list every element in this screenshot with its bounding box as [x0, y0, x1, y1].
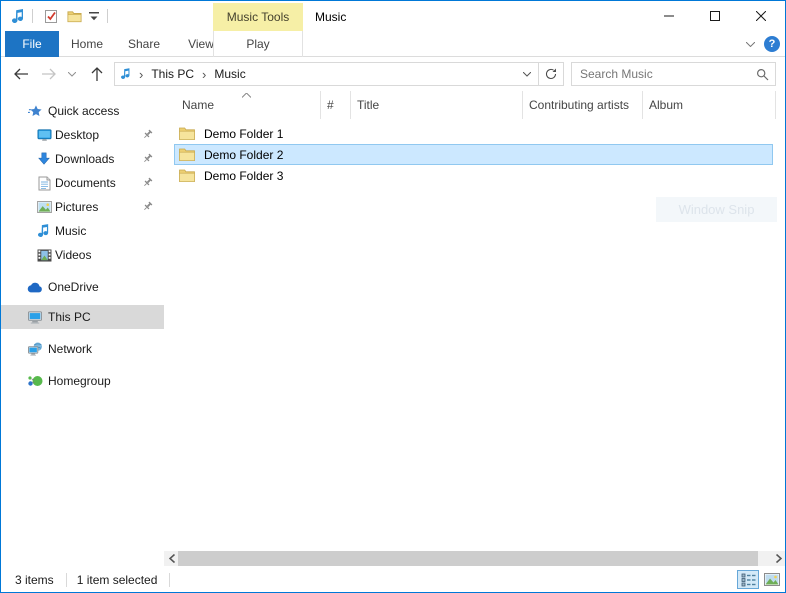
- sort-ascending-icon: [242, 93, 251, 98]
- breadcrumb-chevron: ›: [137, 67, 145, 82]
- homegroup-icon: [27, 373, 43, 389]
- status-divider: [169, 573, 170, 587]
- maximize-button[interactable]: [692, 1, 738, 31]
- tab-share[interactable]: Share: [115, 31, 173, 57]
- column-header-album[interactable]: Album: [643, 91, 776, 119]
- column-header-title[interactable]: Title: [351, 91, 523, 119]
- sidebar-item-pictures[interactable]: Pictures: [1, 195, 164, 219]
- selection-count: 1 item selected: [77, 573, 158, 587]
- file-list-pane: Name # Title Contributing artists Album …: [164, 91, 786, 551]
- breadcrumb-music[interactable]: Music: [208, 63, 251, 85]
- sidebar-item-homegroup[interactable]: Homegroup: [1, 369, 164, 393]
- search-icon[interactable]: [749, 63, 775, 85]
- tab-home[interactable]: Home: [59, 31, 115, 57]
- address-bar[interactable]: › This PC › Music: [114, 62, 564, 86]
- status-bar: 3 items 1 item selected: [1, 566, 785, 593]
- navigation-pane: Quick access Desktop Downloads Doc: [1, 91, 164, 551]
- contextual-tab-group: Music Tools: [213, 3, 303, 31]
- sidebar-item-quick-access[interactable]: Quick access: [1, 99, 164, 123]
- title-bar: Music Tools Music: [1, 1, 785, 31]
- qat-separator: [32, 9, 33, 23]
- sidebar-item-desktop[interactable]: Desktop: [1, 123, 164, 147]
- search-input[interactable]: [572, 67, 749, 81]
- pin-icon: [142, 201, 154, 213]
- horizontal-scrollbar[interactable]: [164, 551, 786, 566]
- onedrive-cloud-icon: [27, 279, 43, 295]
- app-music-note-icon: [10, 8, 26, 24]
- back-button[interactable]: [9, 57, 33, 91]
- window-snip-ghost: Window Snip: [656, 197, 777, 222]
- videos-icon: [36, 247, 52, 263]
- column-header-name[interactable]: Name: [176, 91, 321, 119]
- contextual-tab-label: Music Tools: [227, 10, 289, 24]
- breadcrumb-chevron: ›: [200, 67, 208, 82]
- qat-new-folder-button[interactable]: [64, 7, 84, 25]
- folder-icon: [179, 127, 195, 140]
- up-button[interactable]: [85, 57, 109, 91]
- sidebar-item-music[interactable]: Music: [1, 219, 164, 243]
- qat-separator: [107, 9, 108, 23]
- recent-locations-chevron[interactable]: [63, 57, 81, 91]
- documents-icon: [36, 175, 52, 191]
- column-header-contributing-artists[interactable]: Contributing artists: [523, 91, 643, 119]
- quick-access-star-icon: [27, 103, 43, 119]
- large-icons-view-button[interactable]: [761, 570, 783, 589]
- details-view-icon: [741, 573, 756, 587]
- breadcrumb-this-pc[interactable]: This PC: [145, 63, 200, 85]
- status-divider: [66, 573, 67, 587]
- folder-icon: [179, 169, 195, 182]
- music-icon: [36, 223, 52, 239]
- pin-icon: [142, 129, 154, 141]
- this-pc-icon: [27, 309, 43, 325]
- column-header-number[interactable]: #: [321, 91, 351, 119]
- location-music-note-icon: [115, 63, 137, 85]
- scroll-left-arrow[interactable]: [164, 551, 179, 566]
- minimize-button[interactable]: [646, 1, 692, 31]
- file-row-demo-folder-2[interactable]: Demo Folder 2: [174, 144, 773, 165]
- close-button[interactable]: [738, 1, 784, 31]
- details-view-button[interactable]: [737, 570, 759, 589]
- file-row-demo-folder-3[interactable]: Demo Folder 3: [174, 165, 773, 186]
- items-count: 3 items: [15, 573, 54, 587]
- scroll-right-arrow[interactable]: [771, 551, 786, 566]
- tab-file[interactable]: File: [5, 31, 59, 57]
- file-explorer-window: Music Tools Music File Home Share View P…: [0, 0, 786, 593]
- address-dropdown-chevron[interactable]: [516, 63, 538, 85]
- sidebar-item-network[interactable]: Network: [1, 337, 164, 361]
- window-title: Music: [315, 10, 346, 24]
- help-button[interactable]: ?: [764, 36, 780, 52]
- refresh-button[interactable]: [539, 63, 563, 85]
- pictures-icon: [36, 199, 52, 215]
- downloads-icon: [36, 151, 52, 167]
- collapse-ribbon-chevron-icon[interactable]: [742, 38, 758, 51]
- sidebar-item-this-pc[interactable]: This PC: [1, 305, 164, 329]
- sidebar-item-onedrive[interactable]: OneDrive: [1, 275, 164, 299]
- qat-properties-button[interactable]: [41, 7, 61, 25]
- file-row-demo-folder-1[interactable]: Demo Folder 1: [174, 123, 773, 144]
- sidebar-item-downloads[interactable]: Downloads: [1, 147, 164, 171]
- scrollbar-thumb[interactable]: [178, 551, 758, 566]
- large-icons-view-icon: [764, 573, 780, 586]
- network-icon: [27, 341, 43, 357]
- folder-icon: [179, 148, 195, 161]
- qat-customize-dropdown[interactable]: [86, 7, 102, 25]
- desktop-icon: [36, 127, 52, 143]
- tab-play[interactable]: Play: [213, 31, 303, 57]
- sidebar-item-documents[interactable]: Documents: [1, 171, 164, 195]
- pin-icon: [142, 177, 154, 189]
- pin-icon: [142, 153, 154, 165]
- search-box[interactable]: [571, 62, 776, 86]
- forward-button[interactable]: [37, 57, 61, 91]
- sidebar-item-videos[interactable]: Videos: [1, 243, 164, 267]
